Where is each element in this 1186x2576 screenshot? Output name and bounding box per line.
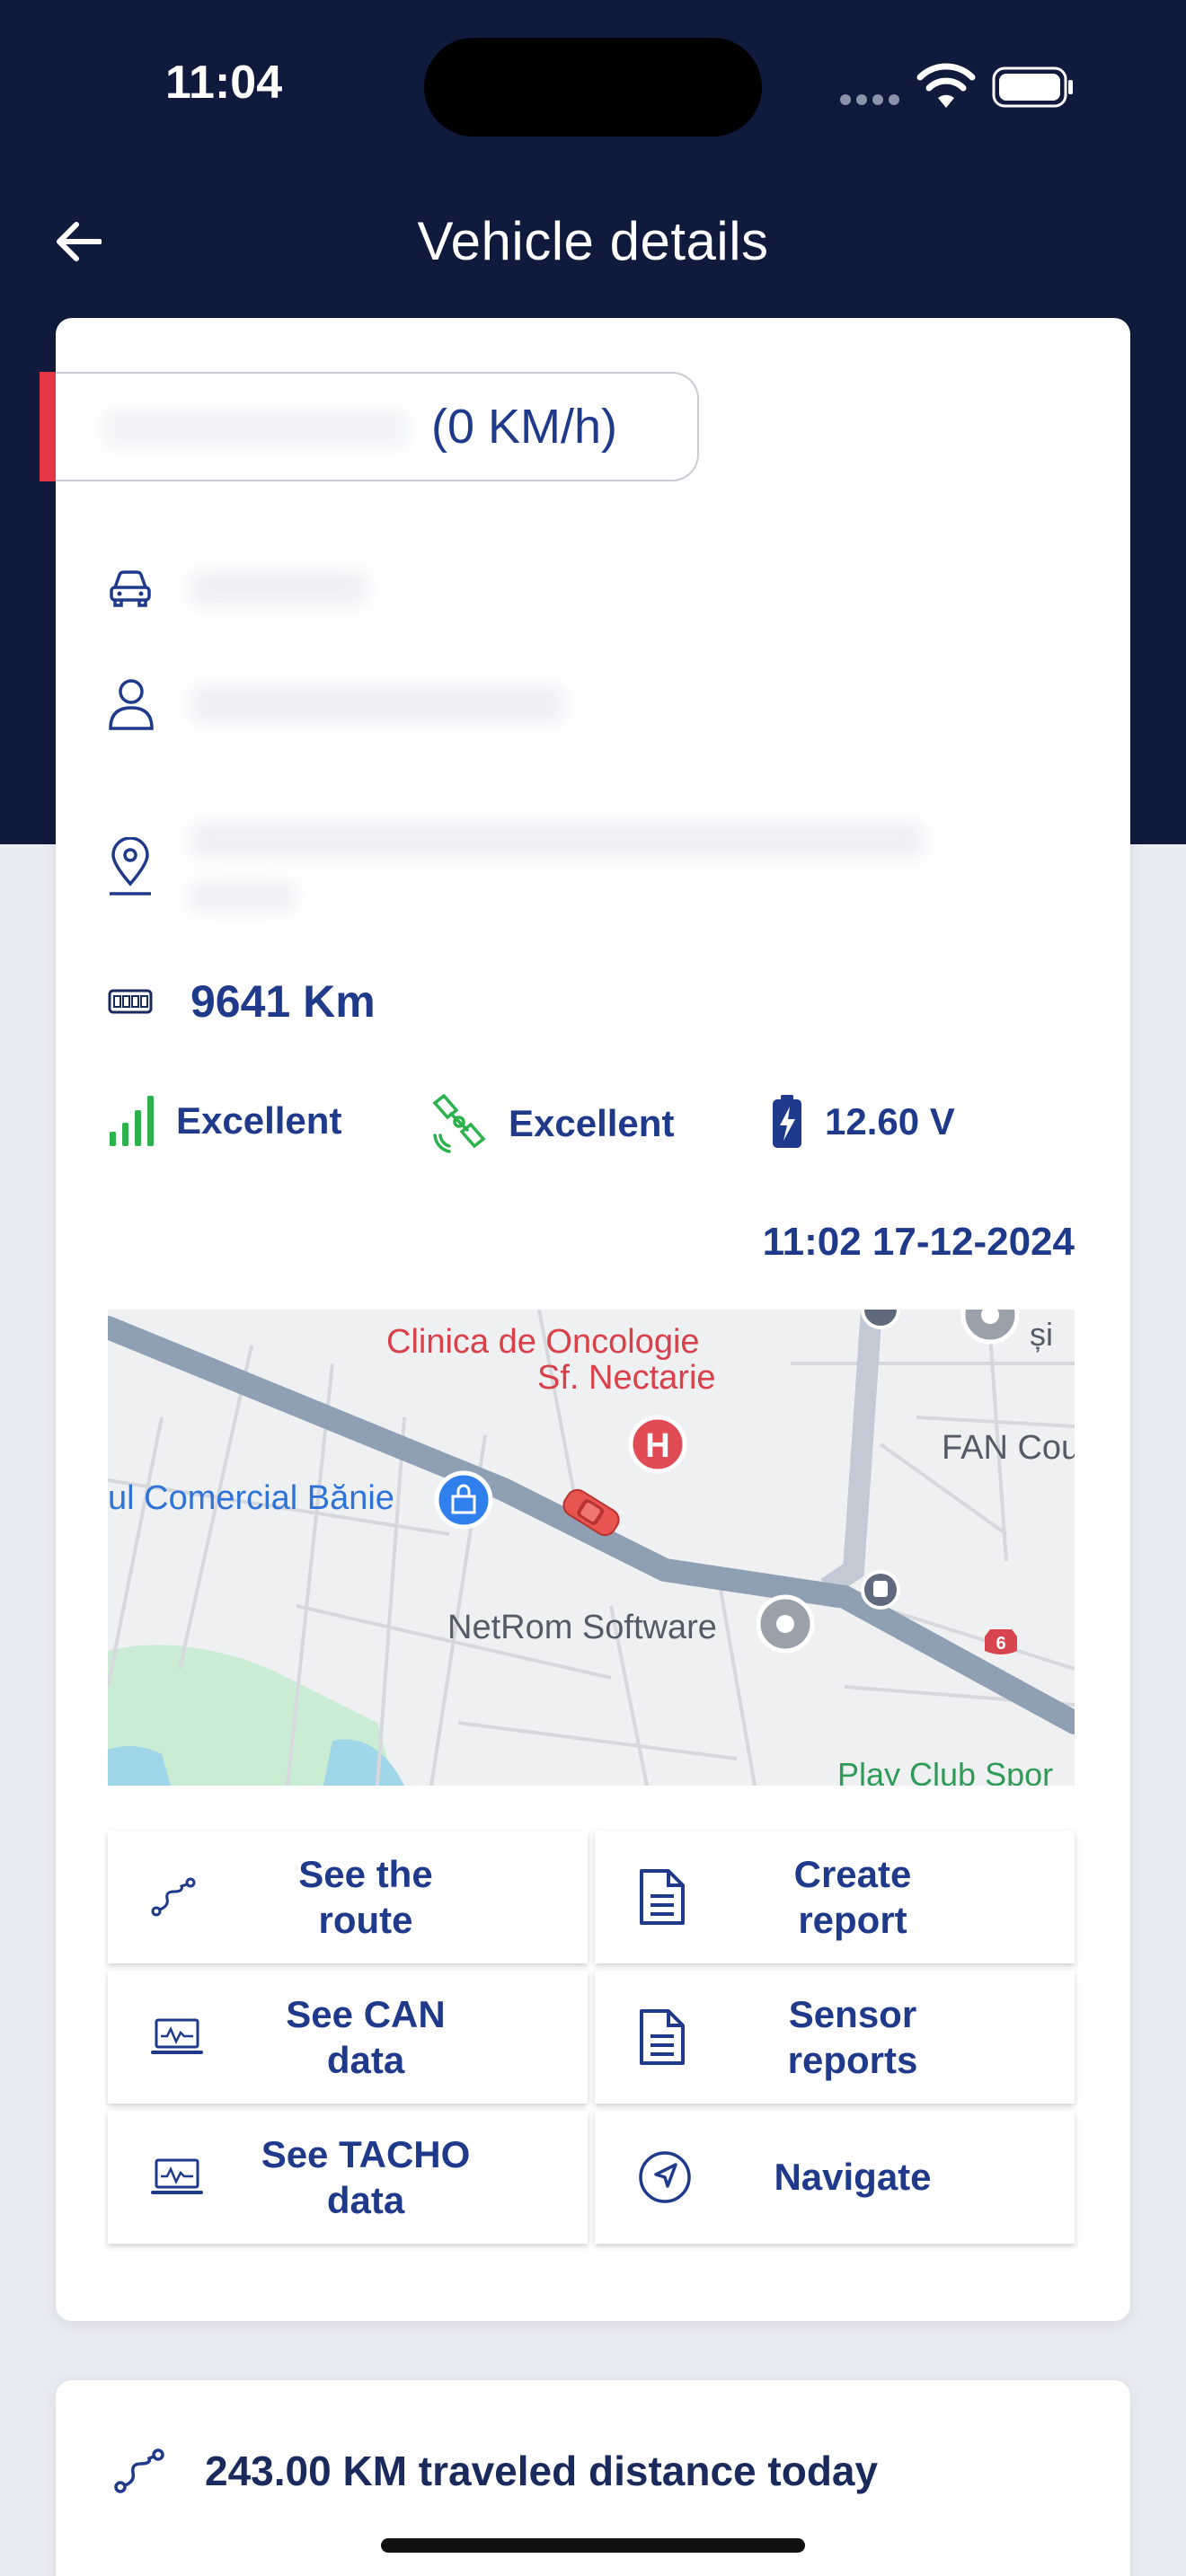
map-label-netrom: NetRom Software — [447, 1609, 717, 1646]
sensor-reports-button[interactable]: Sensor reports — [595, 1971, 1075, 2104]
page-title: Vehicle details — [417, 211, 769, 271]
address-redacted — [189, 821, 925, 859]
see-can-data-button[interactable]: See CAN data — [108, 1971, 588, 2104]
see-route-button[interactable]: See the route — [108, 1831, 588, 1963]
satellite-icon — [432, 1094, 486, 1153]
wifi-icon — [916, 63, 976, 108]
vehicle-card: (0 KM/h) 9641 Km Excellent Excellent 12.… — [40, 318, 1130, 2321]
navigate-button[interactable]: Navigate — [595, 2111, 1075, 2244]
map-label-si: și — [1030, 1316, 1053, 1353]
map-label-mall: ul Comercial Bănie — [108, 1479, 394, 1517]
address-line2-redacted — [189, 880, 296, 913]
map-canvas: Clinica de Oncologie Sf. Nectarie ul Com… — [108, 1310, 1075, 1786]
home-indicator — [381, 2538, 805, 2553]
distance-today-text: 243.00 KM traveled distance today — [205, 2448, 879, 2494]
svg-text:H: H — [645, 1427, 669, 1465]
location-row — [108, 821, 925, 913]
vehicle-map[interactable]: Clinica de Oncologie Sf. Nectarie ul Com… — [108, 1310, 1075, 1786]
map-label-hospital-2: Sf. Nectarie — [537, 1359, 716, 1397]
create-report-button[interactable]: Create report — [595, 1831, 1075, 1963]
road-number-badge: 6 — [985, 1629, 1017, 1654]
user-icon — [109, 679, 154, 730]
vehicle-model-redacted — [189, 570, 368, 606]
battery-icon — [992, 66, 1073, 108]
road-number-label: 6 — [996, 1634, 1005, 1654]
map-label-fan: FAN Cou — [942, 1429, 1075, 1467]
alert-indicator — [40, 372, 56, 481]
route-icon — [151, 1877, 196, 1917]
driver-name-redacted — [189, 684, 566, 724]
gsm-signal-metric: Excellent — [108, 1094, 341, 1148]
cellular-signal-icon — [840, 94, 899, 105]
sensor-reports-label: Sensor reports — [787, 1992, 918, 2081]
poi-marker-top — [960, 1310, 1020, 1345]
hospital-marker: H — [628, 1415, 687, 1474]
odometer-icon — [108, 989, 153, 1014]
laptop-chart-icon — [151, 2018, 203, 2054]
gps-signal-metric: Excellent — [431, 1094, 674, 1153]
battery-charging-icon — [773, 1095, 801, 1148]
see-tacho-data-label: See TACHO data — [261, 2132, 471, 2221]
last-update-timestamp: 11:02 17-12-2024 — [762, 1220, 1075, 1264]
route-icon — [114, 2448, 164, 2493]
location-pin-icon — [110, 837, 151, 895]
create-report-label: Create report — [793, 1852, 912, 1941]
navigate-label: Navigate — [774, 2156, 932, 2199]
battery-voltage-metric: 12.60 V — [771, 1094, 955, 1150]
driver-row — [108, 677, 566, 731]
battery-voltage-value: 12.60 V — [825, 1100, 955, 1142]
vehicle-model-row — [108, 568, 368, 609]
speed-value: (0 KM/h) — [431, 400, 618, 454]
car-icon — [110, 570, 151, 607]
see-tacho-data-button[interactable]: See TACHO data — [108, 2111, 588, 2244]
odometer-row: 9641 Km — [108, 975, 376, 1028]
status-metrics: Excellent Excellent 12.60 V — [108, 1094, 1096, 1166]
gsm-signal-value: Excellent — [176, 1099, 342, 1142]
vehicle-plate-redacted — [102, 408, 408, 449]
status-time: 11:04 — [165, 57, 283, 109]
dynamic-island — [424, 38, 762, 137]
map-label-play: Play Club Spor — [837, 1756, 1053, 1786]
poi-marker-netrom — [756, 1594, 815, 1654]
gps-signal-value: Excellent — [509, 1102, 675, 1144]
distance-row: 243.00 KM traveled distance today — [113, 2447, 878, 2495]
see-can-data-label: See CAN data — [286, 1992, 446, 2081]
odometer-value: 9641 Km — [190, 976, 376, 1027]
document-icon — [640, 2009, 685, 2065]
signal-bars-icon — [110, 1096, 154, 1146]
navigation-icon — [639, 2151, 691, 2203]
laptop-chart-icon — [151, 2158, 203, 2194]
document-icon — [640, 1869, 685, 1925]
map-label-hospital: Clinica de Oncologie — [386, 1323, 700, 1361]
shopping-marker — [434, 1470, 493, 1530]
vehicle-speed-pill: (0 KM/h) — [56, 372, 699, 481]
see-route-label: See the route — [298, 1852, 433, 1941]
bus-stop-marker — [861, 1570, 900, 1610]
